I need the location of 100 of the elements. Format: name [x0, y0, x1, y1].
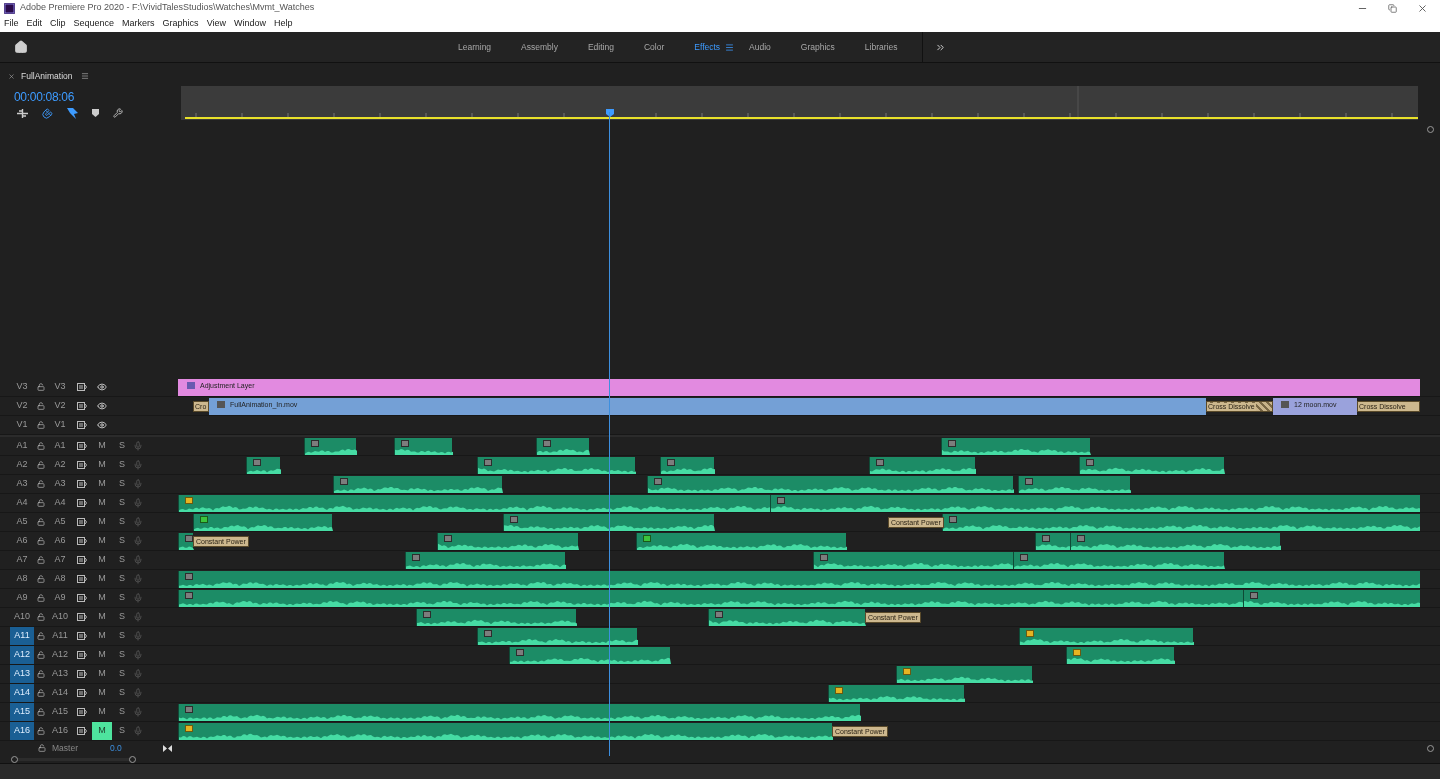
solo-button[interactable]: S	[113, 724, 131, 738]
workspace-tab[interactable]: Color	[628, 40, 680, 54]
audio-clip[interactable]	[1066, 647, 1174, 664]
solo-button[interactable]: S	[113, 572, 131, 586]
source-track-label[interactable]: A6	[48, 534, 72, 548]
lock-icon[interactable]	[37, 421, 45, 429]
nest-icon[interactable]	[17, 108, 28, 118]
mute-button[interactable]: M	[92, 589, 112, 607]
track-name[interactable]: A7	[10, 551, 34, 569]
audio-clip[interactable]	[437, 533, 578, 550]
audio-clip[interactable]	[509, 647, 670, 664]
solo-button[interactable]: S	[113, 534, 131, 548]
audio-clip[interactable]	[869, 457, 975, 474]
solo-button[interactable]: S	[113, 591, 131, 605]
sync-lock-icon[interactable]	[77, 575, 87, 583]
sync-lock-icon[interactable]	[77, 708, 87, 716]
solo-button[interactable]: S	[113, 610, 131, 624]
marker-icon[interactable]	[92, 109, 99, 118]
source-track-label[interactable]: A10	[48, 610, 72, 624]
mute-button[interactable]: M	[92, 532, 112, 550]
sync-lock-icon[interactable]	[77, 632, 87, 640]
sync-lock-icon[interactable]	[77, 461, 87, 469]
magnet-icon[interactable]	[42, 107, 53, 119]
track-name[interactable]: A5	[10, 513, 34, 531]
audio-clip[interactable]	[536, 438, 589, 455]
eye-icon[interactable]	[97, 401, 107, 411]
menu-icon[interactable]	[725, 42, 735, 52]
source-track-label[interactable]: A2	[48, 458, 72, 472]
audio-clip[interactable]	[333, 476, 502, 493]
sync-lock-icon[interactable]	[77, 651, 87, 659]
source-track-label[interactable]: V1	[48, 418, 72, 432]
audio-clip[interactable]	[178, 590, 1243, 607]
audio-clip[interactable]	[828, 685, 964, 702]
lock-icon[interactable]	[37, 480, 45, 488]
lock-icon[interactable]	[37, 670, 45, 678]
workspace-tab[interactable]: Assembly	[506, 40, 573, 54]
mute-button[interactable]: M	[92, 684, 112, 702]
audio-clip[interactable]	[178, 571, 1420, 588]
menu-item[interactable]: Sequence	[73, 17, 115, 31]
audio-clip[interactable]	[660, 457, 714, 474]
source-track-label[interactable]: A9	[48, 591, 72, 605]
mute-button[interactable]: M	[92, 665, 112, 683]
audio-clip[interactable]	[477, 457, 635, 474]
sync-lock-icon[interactable]	[77, 613, 87, 621]
lock-icon[interactable]	[37, 594, 45, 602]
timecode[interactable]: 00:00:08:06	[14, 87, 178, 106]
audio-clip[interactable]	[178, 533, 193, 550]
source-track-label[interactable]: V3	[48, 380, 72, 394]
source-track-label[interactable]: A5	[48, 515, 72, 529]
mute-button[interactable]: M	[92, 627, 112, 645]
audio-clip[interactable]	[1243, 590, 1420, 607]
audio-clip[interactable]	[941, 438, 1090, 455]
workspace-tab[interactable]: Editing	[572, 40, 629, 54]
lock-icon[interactable]	[37, 556, 45, 564]
solo-button[interactable]: S	[113, 515, 131, 529]
workspace-tab[interactable]: Libraries	[849, 40, 913, 54]
source-track-label[interactable]: A13	[48, 667, 72, 681]
audio-clip[interactable]	[477, 628, 637, 645]
lock-icon[interactable]	[37, 651, 45, 659]
source-track-label[interactable]: A3	[48, 477, 72, 491]
audio-clip[interactable]	[1079, 457, 1224, 474]
solo-button[interactable]: S	[113, 667, 131, 681]
mute-button[interactable]: M	[92, 722, 112, 740]
mute-button[interactable]: M	[92, 437, 112, 455]
mute-button[interactable]: M	[92, 703, 112, 721]
eye-icon[interactable]	[97, 382, 107, 392]
audio-clip[interactable]	[896, 666, 1032, 683]
workspace-tab[interactable]: Graphics	[785, 40, 850, 54]
mute-button[interactable]: M	[92, 513, 112, 531]
audio-clip[interactable]	[770, 495, 1420, 512]
sequence-tab[interactable]: FullAnimation	[21, 70, 73, 83]
restore-icon[interactable]	[1388, 4, 1397, 13]
audio-clip[interactable]	[708, 609, 865, 626]
track-name[interactable]: A15	[10, 703, 34, 721]
track-name[interactable]: A12	[10, 646, 34, 664]
sync-lock-icon[interactable]	[77, 518, 87, 526]
sync-lock-icon[interactable]	[77, 421, 87, 429]
home-icon[interactable]	[14, 40, 28, 54]
track-name[interactable]: V1	[10, 418, 34, 432]
source-track-label[interactable]: A4	[48, 496, 72, 510]
sync-lock-icon[interactable]	[77, 402, 87, 410]
audio-clip[interactable]	[178, 704, 860, 721]
audio-clip[interactable]	[813, 552, 1013, 569]
audio-clip[interactable]	[1013, 552, 1224, 569]
solo-button[interactable]: S	[113, 553, 131, 567]
solo-button[interactable]: S	[113, 629, 131, 643]
solo-button[interactable]: S	[113, 705, 131, 719]
track-name[interactable]: A10	[10, 608, 34, 626]
solo-button[interactable]: S	[113, 439, 131, 453]
audio-clip[interactable]	[1018, 476, 1130, 493]
menu-item[interactable]: Edit	[26, 17, 43, 31]
source-track-label[interactable]: V2	[48, 399, 72, 413]
master-level[interactable]: 0.0	[110, 741, 122, 755]
sync-lock-icon[interactable]	[77, 556, 87, 564]
lock-icon[interactable]	[37, 442, 45, 450]
audio-clip[interactable]	[178, 495, 770, 512]
audio-clip[interactable]	[178, 723, 832, 740]
solo-button[interactable]: S	[113, 477, 131, 491]
sync-lock-icon[interactable]	[77, 594, 87, 602]
menu-item[interactable]: Help	[274, 17, 293, 31]
